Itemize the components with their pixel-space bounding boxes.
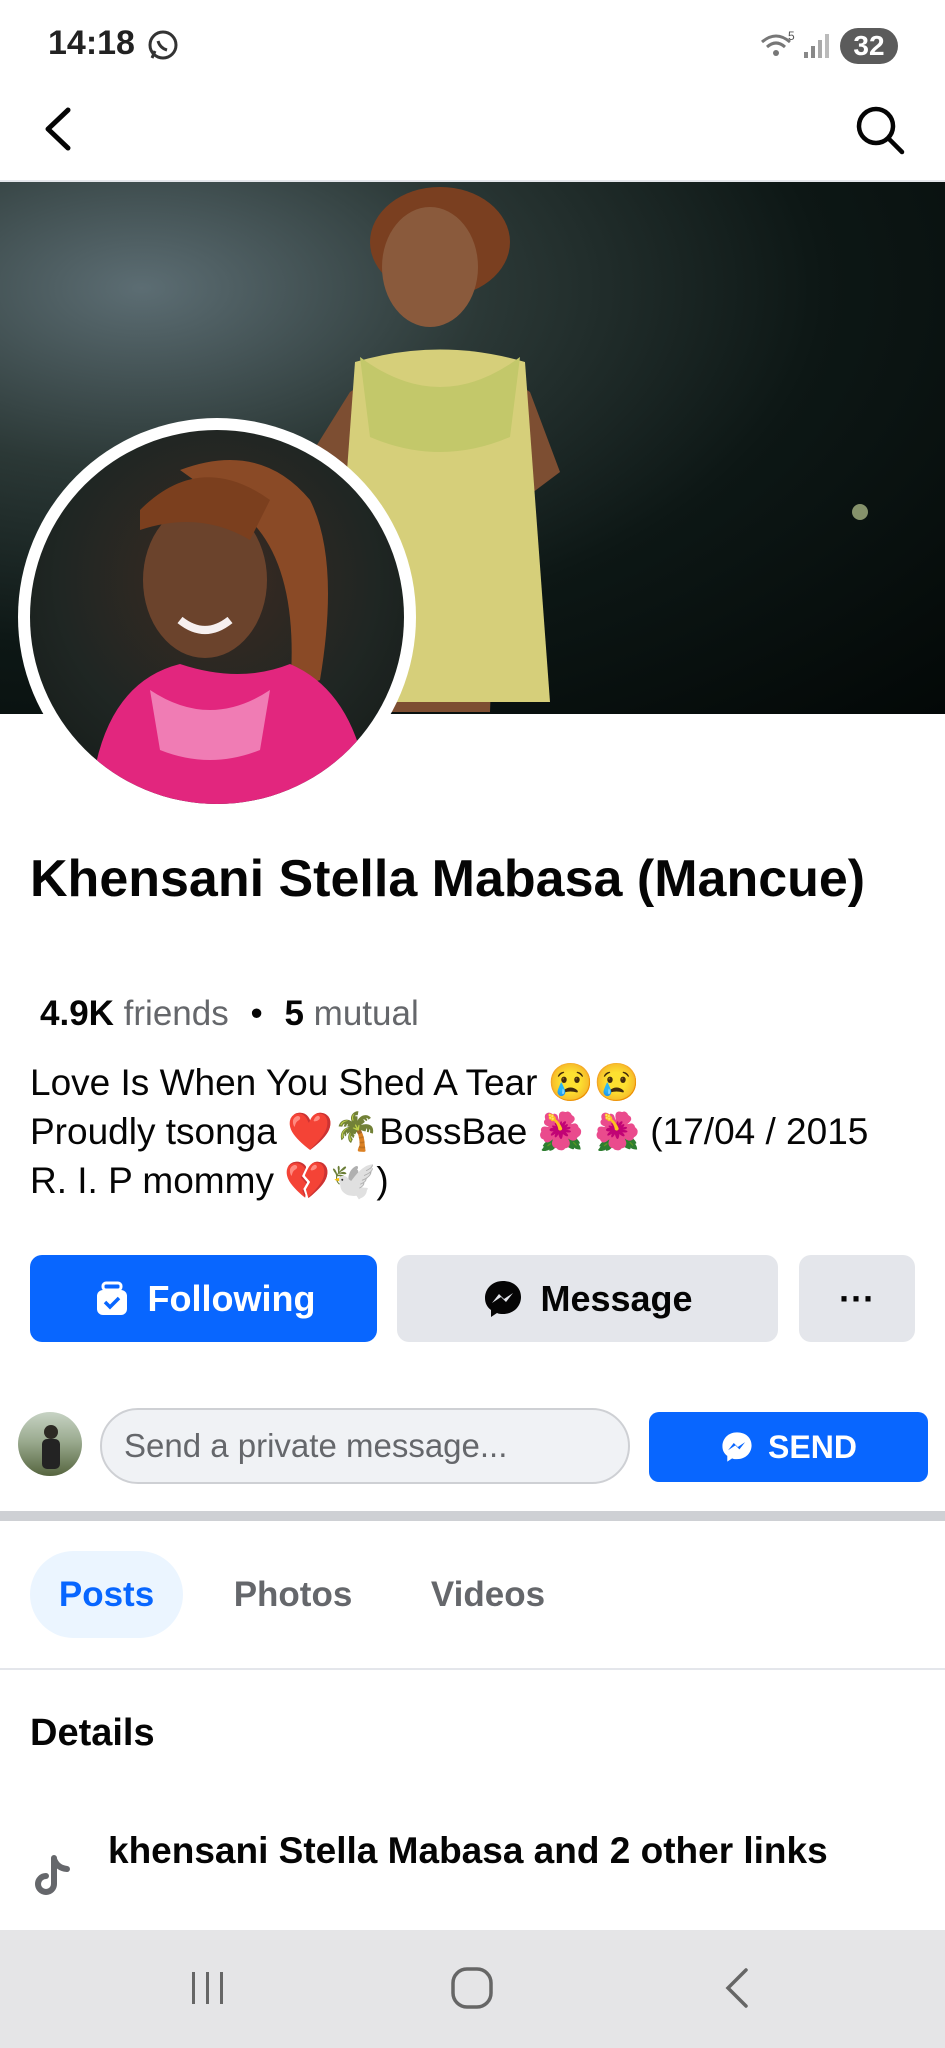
- private-message-input[interactable]: [100, 1408, 630, 1484]
- home-icon[interactable]: [448, 1964, 496, 2012]
- wifi-icon: 5: [761, 29, 795, 56]
- signal-icon: [804, 34, 829, 58]
- following-label: Following: [147, 1277, 316, 1319]
- profile-picture[interactable]: [30, 430, 404, 804]
- details-links[interactable]: khensani Stella Mabasa and 2 other links: [108, 1826, 888, 1876]
- friends-label: friends: [123, 994, 229, 1033]
- friends-count: 4.9K: [40, 994, 114, 1033]
- friends-separator: •: [250, 994, 263, 1033]
- battery-badge: 32: [840, 28, 898, 64]
- more-icon: ···: [839, 1277, 875, 1319]
- profile-bio: Love Is When You Shed A Tear 😢😢 Proudly …: [30, 1058, 910, 1205]
- section-divider: [0, 1511, 945, 1521]
- bio-line-2: Proudly tsonga ❤️🌴BossBae 🌺 🌺 (17/04 / 2…: [30, 1111, 869, 1201]
- following-icon: [96, 1281, 127, 1315]
- bio-line-1: Love Is When You Shed A Tear 😢😢: [30, 1062, 640, 1103]
- tab-videos[interactable]: Videos: [418, 1551, 558, 1638]
- search-icon[interactable]: [852, 102, 908, 158]
- details-heading: Details: [30, 1712, 155, 1754]
- send-label: SEND: [768, 1428, 857, 1465]
- recents-icon[interactable]: [186, 1968, 230, 2008]
- send-button[interactable]: SEND: [649, 1412, 928, 1482]
- messenger-send-icon: [722, 1432, 752, 1462]
- mutual-label: mutual: [313, 994, 419, 1033]
- back-button[interactable]: [36, 100, 82, 158]
- profile-portrait: [90, 460, 370, 804]
- own-avatar: [18, 1412, 82, 1476]
- wifi-badge: 5: [788, 29, 795, 43]
- tiktok-icon: [35, 1855, 70, 1895]
- nav-back-icon[interactable]: [720, 1964, 754, 2012]
- message-button[interactable]: Message: [397, 1255, 778, 1342]
- tab-posts[interactable]: Posts: [30, 1551, 183, 1638]
- whatsapp-icon: [148, 30, 178, 60]
- profile-name: Khensani Stella Mabasa (Mancue): [30, 850, 866, 908]
- own-avatar-figure: [42, 1425, 60, 1469]
- message-label: Message: [540, 1277, 693, 1319]
- messenger-icon: [485, 1280, 522, 1317]
- following-button[interactable]: Following: [30, 1255, 377, 1342]
- status-time: 14:18: [48, 24, 135, 62]
- tab-photos[interactable]: Photos: [218, 1551, 368, 1638]
- friends-row[interactable]: 4.9K friends • 5 mutual: [40, 994, 419, 1034]
- mutual-count: 5: [284, 994, 304, 1033]
- more-options-button[interactable]: ···: [799, 1255, 915, 1342]
- tab-divider: [0, 1668, 945, 1670]
